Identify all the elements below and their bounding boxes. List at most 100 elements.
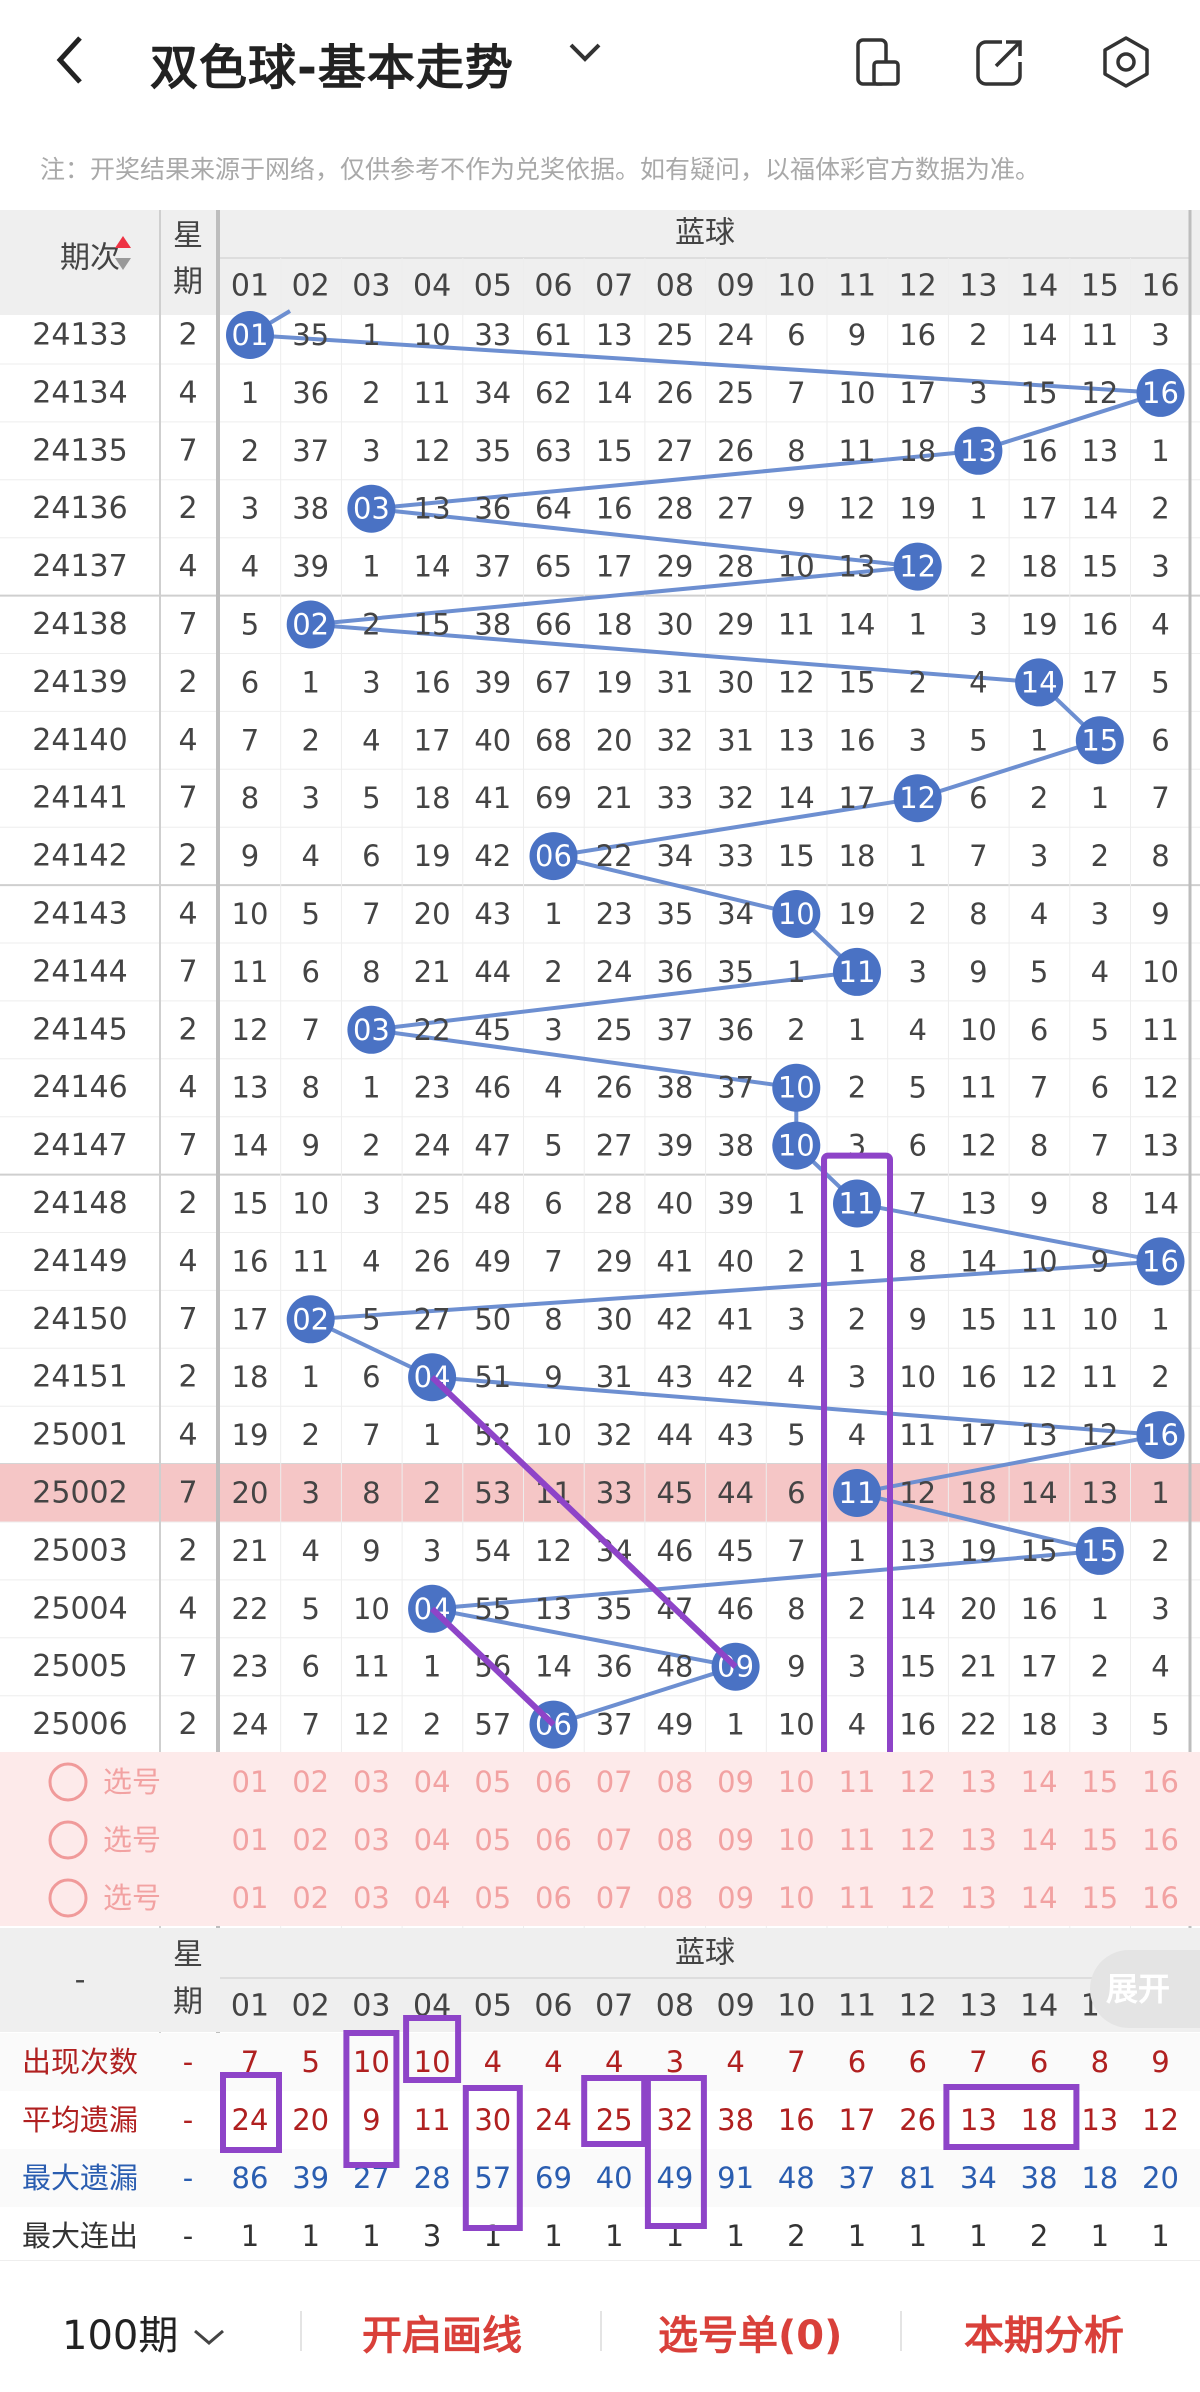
issue-cell: 25003: [32, 1533, 127, 1568]
pick-number[interactable]: 02: [292, 1881, 329, 1915]
pick-number[interactable]: 05: [474, 1881, 511, 1915]
pick-number[interactable]: 07: [596, 1823, 633, 1857]
pick-number[interactable]: 12: [899, 1823, 936, 1857]
week-cell: 4: [178, 1418, 197, 1453]
omission-cell: 26: [717, 434, 754, 468]
pick-list-button[interactable]: 选号单(0): [658, 2303, 842, 2361]
pick-number[interactable]: 13: [960, 1823, 997, 1857]
pick-number[interactable]: 01: [232, 1823, 269, 1857]
omission-cell: 17: [1021, 1650, 1058, 1684]
pick-number[interactable]: 02: [292, 1823, 329, 1857]
pick-number[interactable]: 04: [414, 1765, 451, 1799]
analysis-button[interactable]: 本期分析: [964, 2303, 1124, 2361]
draw-line-button[interactable]: 开启画线: [362, 2303, 522, 2361]
omission-cell: 40: [717, 1244, 754, 1278]
omission-cell: 31: [596, 1360, 633, 1394]
pick-number[interactable]: 07: [596, 1765, 633, 1799]
omission-cell: 5: [969, 723, 987, 757]
pick-number[interactable]: 08: [656, 1823, 693, 1857]
pick-number[interactable]: 05: [474, 1823, 511, 1857]
pick-number[interactable]: 03: [353, 1881, 390, 1915]
pick-number[interactable]: 15: [1081, 1765, 1118, 1799]
stats-label: 平均遗漏: [22, 2103, 138, 2137]
omission-cell: 4: [969, 665, 987, 699]
week-cell: 2: [178, 665, 197, 700]
column-header-09: 09: [717, 269, 755, 304]
omission-cell: 11: [232, 955, 269, 989]
omission-cell: 1: [1091, 781, 1109, 815]
omission-cell: 16: [232, 1244, 269, 1278]
omission-cell: 2: [908, 897, 926, 931]
pick-number[interactable]: 01: [232, 1765, 269, 1799]
omission-cell: 10: [1081, 1302, 1118, 1336]
omission-cell: 19: [1021, 608, 1058, 642]
pick-number[interactable]: 10: [778, 1881, 815, 1915]
omission-cell: 54: [474, 1534, 511, 1568]
pick-number[interactable]: 04: [414, 1823, 451, 1857]
issue-cell: 25005: [32, 1649, 127, 1684]
pick-number[interactable]: 06: [535, 1765, 572, 1799]
pick-number[interactable]: 11: [839, 1881, 876, 1915]
pick-number[interactable]: 13: [960, 1765, 997, 1799]
pick-number[interactable]: 14: [1021, 1881, 1058, 1915]
pick-number[interactable]: 05: [474, 1765, 511, 1799]
omission-cell: 5: [301, 897, 319, 931]
stats-dash: -: [183, 2103, 193, 2137]
omission-cell: 7: [787, 376, 805, 410]
issue-cell: 25004: [32, 1591, 127, 1626]
pick-number[interactable]: 15: [1081, 1881, 1118, 1915]
omission-cell: 8: [1151, 839, 1169, 873]
pick-number[interactable]: 06: [535, 1881, 572, 1915]
pick-number[interactable]: 16: [1142, 1765, 1179, 1799]
blue-ball-number: 13: [960, 434, 997, 468]
pick-number[interactable]: 09: [717, 1823, 754, 1857]
pick-number[interactable]: 10: [778, 1765, 815, 1799]
omission-cell: 1: [1151, 1476, 1169, 1510]
pick-number[interactable]: 14: [1021, 1823, 1058, 1857]
pick-number[interactable]: 13: [960, 1881, 997, 1915]
pick-number[interactable]: 01: [232, 1881, 269, 1915]
pick-number[interactable]: 11: [839, 1765, 876, 1799]
omission-cell: 2: [301, 1418, 319, 1452]
pick-number[interactable]: 11: [839, 1823, 876, 1857]
pick-number[interactable]: 04: [414, 1881, 451, 1915]
omission-cell: 3: [908, 955, 926, 989]
omission-cell: 29: [596, 1244, 633, 1278]
omission-cell: 39: [292, 550, 329, 584]
pick-number[interactable]: 06: [535, 1823, 572, 1857]
expand-button[interactable]: 展开: [1090, 1950, 1200, 2028]
blue-ball-number: 16: [1142, 376, 1179, 410]
pick-number[interactable]: 07: [596, 1881, 633, 1915]
column-header-02: 02: [292, 269, 330, 304]
stats-value: 20: [1142, 2161, 1179, 2195]
pick-number[interactable]: 03: [353, 1765, 390, 1799]
omission-cell: 3: [1091, 897, 1109, 931]
omission-cell: 29: [656, 550, 693, 584]
pick-number[interactable]: 12: [899, 1881, 936, 1915]
stats-dash: -: [183, 2045, 193, 2079]
omission-cell: 6: [544, 1187, 562, 1221]
pick-number[interactable]: 09: [717, 1765, 754, 1799]
pick-number[interactable]: 08: [656, 1765, 693, 1799]
pick-number[interactable]: 02: [292, 1765, 329, 1799]
period-selector[interactable]: 100期: [62, 2303, 227, 2361]
pick-number[interactable]: 10: [778, 1823, 815, 1857]
pick-number[interactable]: 15: [1081, 1823, 1118, 1857]
column-header-06: 06: [534, 269, 572, 304]
omission-cell: 7: [1091, 1129, 1109, 1163]
omission-cell: 1: [726, 1708, 744, 1742]
pick-number[interactable]: 12: [899, 1765, 936, 1799]
pick-number[interactable]: 08: [656, 1881, 693, 1915]
omission-cell: 43: [717, 1418, 754, 1452]
omission-cell: 53: [474, 1476, 511, 1510]
omission-cell: 15: [1021, 1534, 1058, 1568]
pick-number[interactable]: 14: [1021, 1765, 1058, 1799]
pick-number[interactable]: 16: [1142, 1823, 1179, 1857]
omission-cell: 3: [423, 1534, 441, 1568]
pick-number[interactable]: 09: [717, 1881, 754, 1915]
column-header-14: 14: [1020, 1989, 1058, 2024]
omission-cell: 2: [1151, 1534, 1169, 1568]
pick-number[interactable]: 16: [1142, 1881, 1179, 1915]
omission-cell: 15: [1021, 376, 1058, 410]
pick-number[interactable]: 03: [353, 1823, 390, 1857]
